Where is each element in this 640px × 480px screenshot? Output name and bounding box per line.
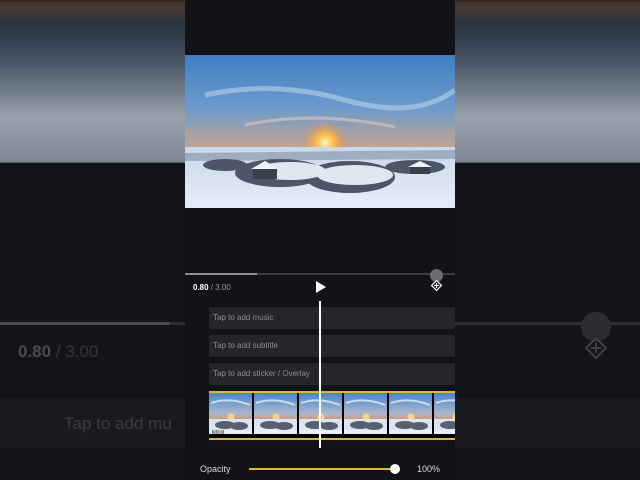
filmstrip-frame [389, 393, 432, 434]
backdrop-left: 0.80 / 3.00 Tap to add mu [0, 0, 185, 480]
opacity-value: 100% [417, 464, 441, 474]
time-readout: 0.80 / 3.00 [193, 283, 231, 292]
clip-duration-badge: 3.00 [212, 430, 224, 436]
opacity-slider-fill [249, 468, 395, 470]
subtitle-track-label: Tap to add subtitle [213, 341, 278, 350]
playhead[interactable] [319, 301, 321, 448]
backdrop-track-label: Tap to add mu [64, 414, 172, 433]
scrub-bar-progress [185, 273, 258, 275]
backdrop-photo [0, 0, 185, 163]
filmstrip-frame [344, 393, 387, 434]
total-time: 3.00 [215, 283, 231, 292]
opacity-label: Opacity [200, 464, 231, 474]
keyframe-add-icon[interactable] [430, 279, 443, 292]
opacity-slider-thumb[interactable] [390, 464, 400, 474]
filmstrip-frame [209, 393, 252, 434]
editor-screen: 0.80 / 3.00 Tap to add music Tap to add … [185, 0, 455, 480]
sticker-overlay-track[interactable]: Tap to add sticker / Overlay [209, 363, 455, 385]
opacity-control: Opacity 100% [185, 455, 455, 480]
music-track[interactable]: Tap to add music [209, 307, 455, 329]
filmstrip-frame [254, 393, 297, 434]
backdrop-time: 0.80 / 3.00 [18, 342, 99, 361]
backdrop-keyframe-icon [584, 336, 608, 360]
backdrop-photo [455, 0, 640, 163]
play-icon[interactable] [313, 280, 327, 294]
subtitle-track[interactable]: Tap to add subtitle [209, 335, 455, 357]
sticker-overlay-track-label: Tap to add sticker / Overlay [213, 369, 310, 378]
video-preview[interactable] [185, 55, 455, 208]
current-time: 0.80 [193, 283, 209, 292]
video-clip-filmstrip[interactable]: 3.00 [209, 391, 455, 440]
filmstrip-frame [434, 393, 455, 434]
music-track-label: Tap to add music [213, 313, 274, 322]
opacity-slider[interactable] [249, 464, 400, 474]
backdrop-right [455, 0, 640, 480]
